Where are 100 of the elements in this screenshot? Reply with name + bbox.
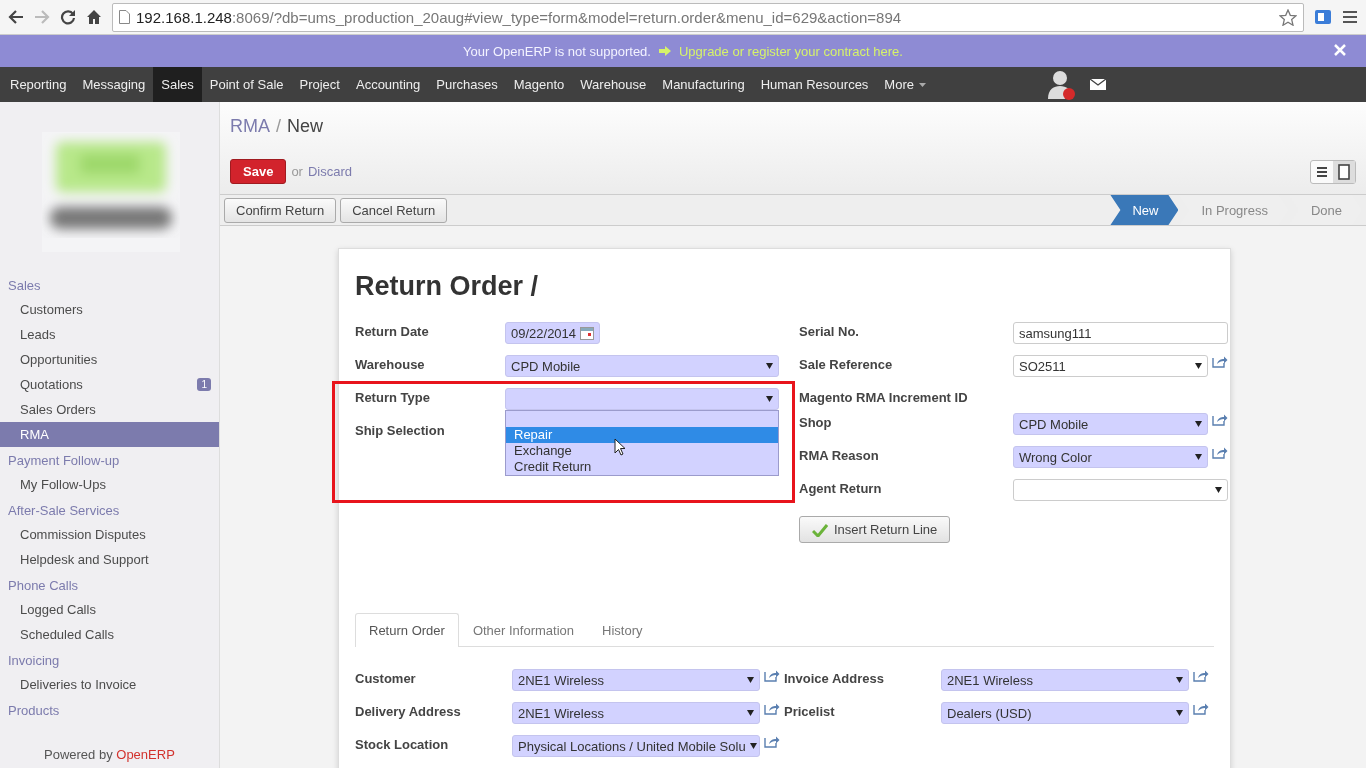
insert-return-line-button[interactable]: Insert Return Line <box>799 516 951 543</box>
sidebar-item[interactable]: Sales Orders <box>0 397 219 422</box>
menu-item[interactable]: Warehouse <box>572 67 655 102</box>
menu-item[interactable]: Point of Sale <box>201 67 292 102</box>
sidebar-item[interactable]: Logged Calls <box>0 597 219 622</box>
home-icon[interactable] <box>86 9 102 25</box>
banner-message: Your OpenERP is not supported. <box>463 43 651 59</box>
field-label: Delivery Address <box>355 704 462 721</box>
date-field[interactable]: 09/22/2014 <box>505 322 601 344</box>
select-field[interactable]: 2NE1 Wireless <box>512 702 760 724</box>
caret-icon <box>1195 421 1202 427</box>
caret-icon <box>766 396 773 402</box>
external-link-icon[interactable] <box>1212 413 1228 426</box>
url-host: 192.168.1.248 <box>136 8 232 26</box>
mail-icon[interactable] <box>1090 79 1106 90</box>
field-label: Sale Reference <box>799 357 894 374</box>
external-link-icon[interactable] <box>764 735 780 748</box>
select-field[interactable] <box>1013 479 1228 501</box>
reload-icon[interactable] <box>60 9 76 25</box>
caret-icon <box>1195 363 1202 369</box>
menu-item[interactable]: Project <box>291 67 348 102</box>
dropdown-option[interactable]: Repair <box>506 427 778 443</box>
extension-icon[interactable] <box>1314 9 1332 25</box>
form-title: Return Order / <box>355 271 540 302</box>
calendar-icon[interactable] <box>580 326 595 340</box>
select-field[interactable]: 2NE1 Wireless <box>941 669 1189 691</box>
caret-icon <box>766 363 773 369</box>
external-link-icon[interactable] <box>764 702 780 715</box>
sidebar-item[interactable]: Helpdesk and Support <box>0 547 219 572</box>
caret-icon <box>749 743 757 749</box>
select-field[interactable]: Physical Locations / United Mobile Solu <box>512 735 760 757</box>
or-text: or <box>291 164 303 179</box>
sidebar-item[interactable]: Scheduled Calls <box>0 622 219 647</box>
select-field[interactable] <box>505 388 779 410</box>
caret-icon <box>1215 487 1222 493</box>
field-label: RMA Reason <box>799 448 880 465</box>
check-icon <box>812 522 828 537</box>
sidebar-item[interactable]: Commission Disputes <box>0 522 219 547</box>
menu-item[interactable]: Purchases <box>428 67 506 102</box>
field-label: Shop <box>799 415 833 432</box>
field-label: Magento RMA Increment ID <box>799 390 969 407</box>
menu-icon[interactable] <box>1342 10 1358 24</box>
tab[interactable]: Other Information <box>458 613 589 647</box>
select-field[interactable]: SO2511 <box>1013 355 1208 377</box>
stage-step[interactable]: New <box>1110 195 1179 225</box>
field-label: Return Type <box>355 390 505 407</box>
caret-icon <box>1176 710 1183 716</box>
external-link-icon[interactable] <box>1193 702 1209 715</box>
menu-item[interactable]: Accounting <box>347 67 429 102</box>
tab[interactable]: History <box>588 613 657 647</box>
sidebar-item[interactable]: My Follow-Ups <box>0 472 219 497</box>
workflow-button[interactable]: Confirm Return <box>224 197 337 223</box>
save-button[interactable]: Save <box>230 159 287 184</box>
cursor-icon <box>614 438 626 456</box>
field-label: Invoice Address <box>784 671 885 688</box>
field-label: Agent Return <box>799 481 883 498</box>
external-link-icon[interactable] <box>1212 446 1228 459</box>
user-avatar-icon[interactable] <box>1048 68 1076 101</box>
workflow-button[interactable]: Cancel Return <box>340 197 448 223</box>
field-label: Pricelist <box>784 704 836 721</box>
field-label: Customer <box>355 671 417 688</box>
external-link-icon[interactable] <box>1193 669 1209 682</box>
discard-link[interactable]: Discard <box>307 164 352 179</box>
sidebar-item[interactable]: Quotations 1 <box>0 372 219 397</box>
back-icon[interactable] <box>8 10 24 24</box>
external-link-icon[interactable] <box>1212 355 1228 368</box>
field-label: Stock Location <box>355 737 450 754</box>
section-heading: Sales <box>7 277 42 295</box>
external-link-icon[interactable] <box>764 669 780 682</box>
menu-item[interactable]: More <box>876 67 934 102</box>
star-icon[interactable] <box>1279 8 1297 26</box>
menu-item[interactable]: Human Resources <box>752 67 877 102</box>
sidebar-item[interactable]: Deliveries to Invoice <box>0 672 219 697</box>
select-field[interactable]: CPD Mobile <box>1013 413 1208 435</box>
sidebar-item[interactable]: Customers <box>0 297 219 322</box>
tab[interactable]: Return Order <box>355 613 459 647</box>
select-field[interactable]: CPD Mobile <box>505 355 779 377</box>
caret-icon <box>747 677 754 683</box>
dropdown-option[interactable]: Credit Return <box>506 459 778 475</box>
select-field[interactable]: Wrong Color <box>1013 446 1208 468</box>
sidebar-item[interactable]: Leads <box>0 322 219 347</box>
input-field[interactable]: samsung111 <box>1013 322 1228 344</box>
menu-item[interactable]: Magento <box>505 67 573 102</box>
dropdown-option[interactable]: Exchange <box>506 443 778 459</box>
menu-item[interactable]: Messaging <box>74 67 154 102</box>
close-icon[interactable] <box>1334 44 1346 56</box>
select-field[interactable]: 2NE1 Wireless <box>512 669 760 691</box>
field-label: Serial No. <box>799 324 860 341</box>
caret-icon <box>1176 677 1183 683</box>
breadcrumb-link[interactable]: RMA <box>230 116 270 137</box>
menu-item[interactable]: Reporting <box>2 67 75 102</box>
form-view-icon[interactable] <box>1333 160 1355 183</box>
address-bar[interactable]: 192.168.1.248:8069/?db=ums_production_20aug#view_type=form&model=return.order&menu_id=629&action=894 <box>112 2 1304 32</box>
section-heading: Products <box>7 702 61 720</box>
sidebar-item[interactable]: Opportunities <box>0 347 219 372</box>
select-field[interactable]: Dealers (USD) <box>941 702 1189 724</box>
sidebar-item[interactable]: RMA <box>0 422 219 447</box>
caret-icon <box>747 710 754 716</box>
menu-item[interactable]: Sales <box>153 67 202 102</box>
menu-item[interactable]: Manufacturing <box>654 67 753 102</box>
